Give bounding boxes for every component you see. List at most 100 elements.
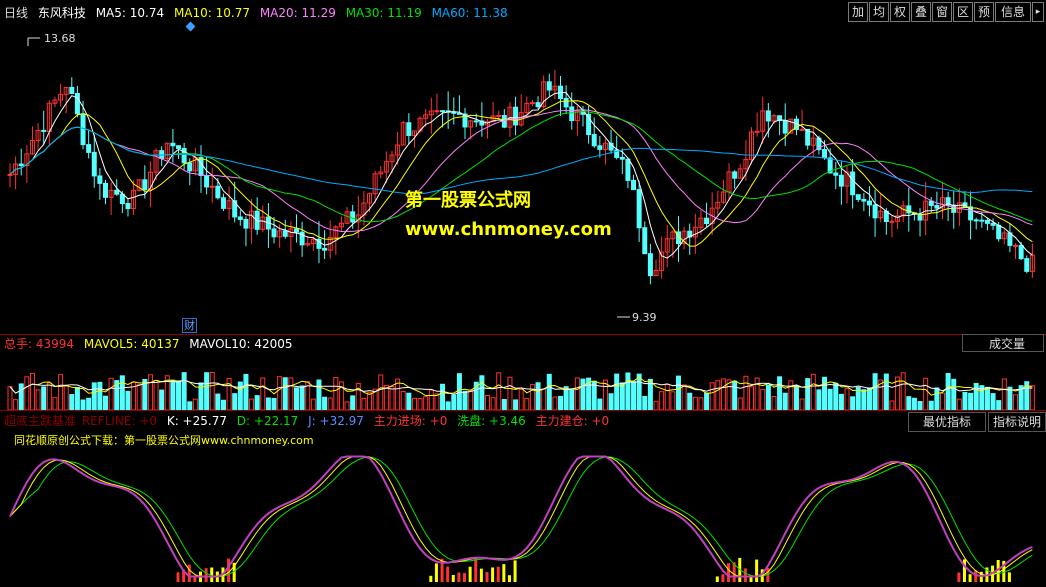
stock-name: 东风科技	[37, 6, 86, 20]
volume-bar	[209, 371, 215, 410]
indicator-name[interactable]: 超底主跌基准	[4, 414, 76, 428]
volume-bar	[147, 374, 153, 410]
volume-bar	[833, 382, 839, 410]
volume-bar	[215, 393, 221, 410]
volume-bar	[254, 395, 260, 410]
panel-divider-2[interactable]	[0, 410, 1046, 411]
volume-bar	[962, 391, 968, 410]
volume-bar	[889, 400, 895, 410]
volume-bar	[355, 382, 361, 410]
price-candle-body	[159, 150, 165, 159]
toolbar-average-button[interactable]: 均	[869, 2, 889, 22]
volume-bar	[434, 393, 440, 410]
volume-bar	[423, 396, 429, 410]
toolbar-scroll-button[interactable]: ▸	[1032, 2, 1044, 22]
price-candle-body	[41, 129, 47, 132]
price-candle-body	[451, 111, 457, 114]
toolbar-range-button[interactable]: 区	[953, 2, 973, 22]
volume-bar	[428, 389, 434, 410]
price-candle-body	[754, 130, 760, 133]
price-candle-body	[996, 224, 1002, 240]
price-candle-body	[406, 122, 412, 136]
price-candle-body	[496, 115, 502, 118]
volume-bar	[754, 377, 760, 410]
volume-bar	[86, 397, 92, 410]
period-label[interactable]: 日线	[4, 6, 28, 20]
volume-bar	[108, 377, 114, 410]
indicator-d-line	[9, 456, 1033, 578]
indicator-signal-bar	[429, 575, 433, 582]
price-candle-body	[350, 211, 356, 223]
volume-bar	[496, 372, 502, 410]
price-candle-body	[647, 253, 653, 277]
volume-bar	[232, 393, 238, 410]
volume-bar	[861, 389, 867, 410]
mavol5-value: MAVOL5: 40137	[83, 337, 180, 351]
volume-bar	[249, 398, 255, 410]
volume-bar	[625, 372, 631, 410]
volume-bar	[204, 372, 210, 410]
volume-bar	[327, 397, 333, 410]
volume-indicator-dropdown[interactable]: 成交量	[962, 334, 1044, 352]
volume-bar	[322, 396, 328, 410]
volume-bar	[636, 373, 642, 410]
volume-bar	[749, 386, 755, 410]
price-candle-body	[293, 228, 299, 233]
volume-bar	[805, 378, 811, 410]
price-candle-body	[86, 144, 92, 153]
volume-bar	[13, 399, 19, 410]
price-candle-body	[170, 142, 176, 147]
toolbar-forecast-button[interactable]: 预	[974, 2, 994, 22]
volume-bar	[119, 375, 125, 410]
toolbar-add-button[interactable]: 加	[848, 2, 868, 22]
price-candle-body	[209, 185, 215, 188]
volume-bar	[670, 391, 676, 410]
price-chart[interactable]: 13.68 9.39	[0, 20, 1046, 335]
price-candle-body	[625, 158, 631, 181]
volume-bar	[883, 373, 889, 410]
volume-bar	[973, 382, 979, 410]
indicator-signal-bar	[485, 572, 489, 582]
volume-bar	[940, 392, 946, 410]
volume-bar	[934, 387, 940, 410]
indicator-signal-bar	[176, 572, 180, 582]
price-candle-body	[282, 230, 288, 237]
toolbar-window-button[interactable]: 窗	[932, 2, 952, 22]
price-candle-body	[74, 92, 80, 115]
indicator-signal-bar	[968, 574, 972, 582]
indicator-chart[interactable]	[0, 446, 1046, 587]
toolbar-rights-button[interactable]: 权	[890, 2, 910, 22]
indicator-signal-bar	[755, 559, 759, 582]
volume-header: 总手: 43994 MAVOL5: 40137 MAVOL10: 42005	[4, 335, 299, 353]
volume-bar	[125, 390, 131, 410]
volume-bar	[850, 396, 856, 410]
volume-bar	[52, 397, 58, 410]
price-candle-body	[855, 194, 861, 200]
volume-bar	[546, 373, 552, 410]
volume-bar	[619, 382, 625, 410]
volume-bar	[827, 388, 833, 410]
indicator-help-button[interactable]: 指标说明	[988, 412, 1046, 432]
volume-bar	[411, 397, 417, 410]
volume-bar	[653, 400, 659, 410]
volume-bar	[923, 377, 929, 410]
price-candle-body	[636, 189, 642, 229]
financial-marker[interactable]: 财	[182, 318, 197, 333]
price-candle-body	[181, 147, 187, 164]
volume-bar	[782, 392, 788, 410]
price-candle-body	[7, 173, 13, 176]
price-candle-body	[861, 198, 867, 202]
volume-bar	[136, 384, 142, 410]
price-candle-body	[91, 151, 97, 177]
toolbar-overlay-button[interactable]: 叠	[911, 2, 931, 22]
indicator-signal-bar	[451, 574, 455, 582]
volume-bar	[720, 378, 726, 410]
best-indicator-button[interactable]: 最优指标	[908, 412, 986, 432]
volume-bar	[687, 392, 693, 410]
toolbar-info-button[interactable]: 信息	[995, 2, 1031, 22]
j-value: J: +32.97	[308, 414, 364, 428]
volume-bar	[80, 399, 86, 410]
volume-bar	[220, 399, 226, 410]
volume-chart[interactable]	[0, 354, 1046, 410]
volume-bar	[361, 397, 367, 410]
